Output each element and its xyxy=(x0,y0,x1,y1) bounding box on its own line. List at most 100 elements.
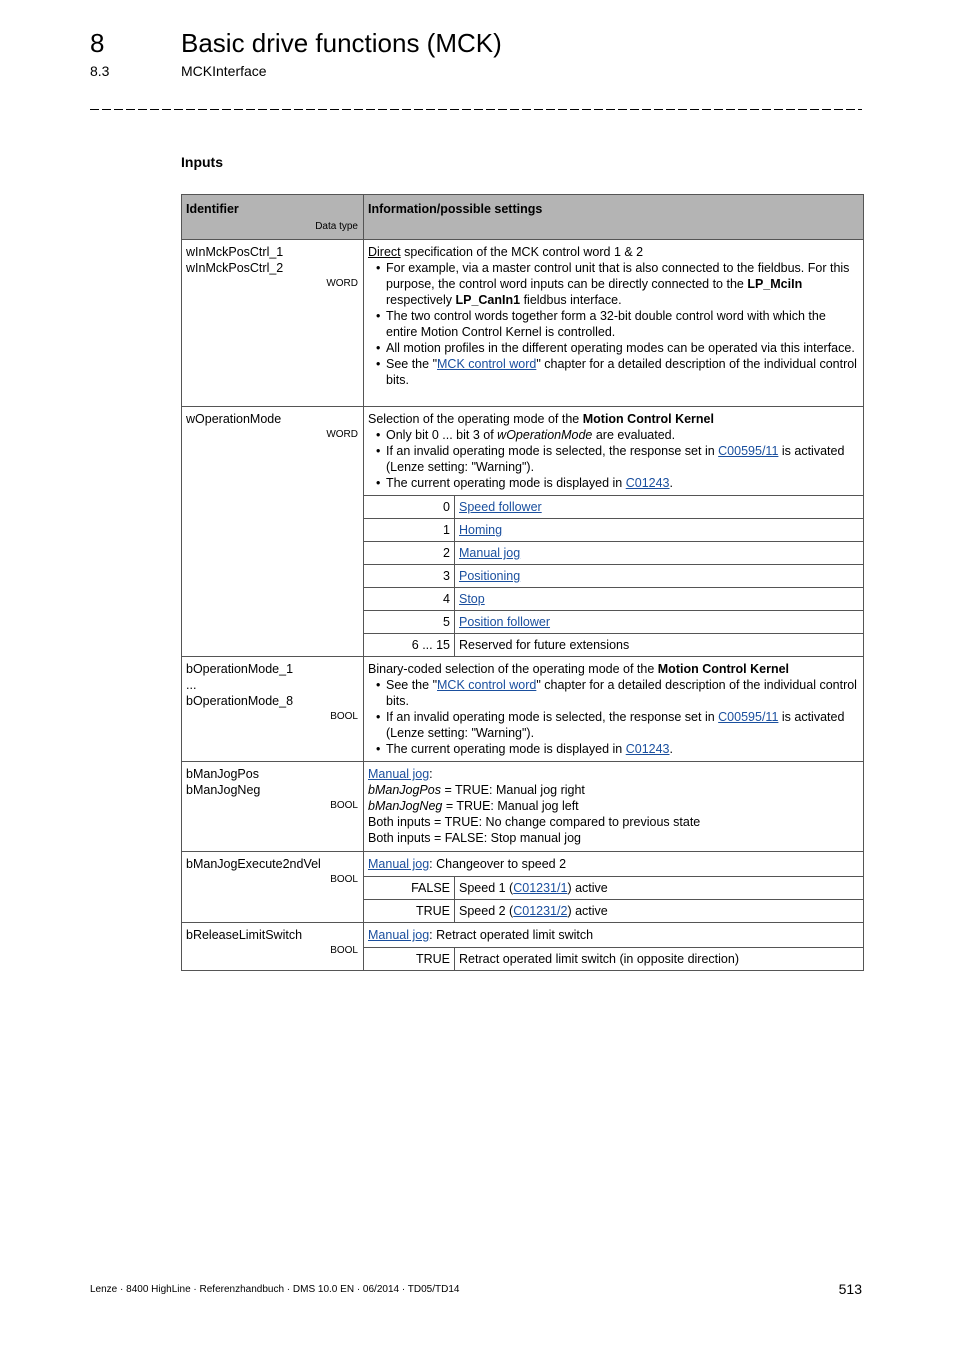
manual-jog-link[interactable]: Manual jog xyxy=(459,546,520,560)
line-text: = TRUE: Manual jog left xyxy=(442,799,579,813)
c01231-1-link[interactable]: C01231/1 xyxy=(513,881,567,895)
datatype: BOOL xyxy=(330,800,358,811)
value-text: Speed 1 ( xyxy=(459,881,514,895)
bullet-list: For example, via a master control unit t… xyxy=(368,260,859,388)
table-header-row: Identifier Data type Information/possibl… xyxy=(181,194,864,240)
info-cell: Manual jog: Changeover to speed 2 FALSE S… xyxy=(363,851,864,923)
mck-control-word-link[interactable]: MCK control word xyxy=(437,357,536,371)
identifier: bOperationMode_1 xyxy=(186,662,294,676)
value-text: ) active xyxy=(567,904,608,918)
bold-term: Motion Control Kernel xyxy=(657,662,790,676)
position-follower-link[interactable]: Position follower xyxy=(459,615,550,629)
value-row: 2 Manual jog xyxy=(364,541,863,565)
value-row: 1 Homing xyxy=(364,518,863,542)
lead-text: : Retract operated limit switch xyxy=(429,928,594,942)
manual-jog-link[interactable]: Manual jog xyxy=(368,857,429,871)
identifier-cell: wOperationMode WORD xyxy=(181,406,364,657)
datatype: BOOL xyxy=(330,945,358,956)
lead-text: Selection of the operating mode of the xyxy=(368,412,583,426)
italic-term: wOperationMode xyxy=(497,428,593,442)
italic-term: bManJogPos xyxy=(368,783,441,797)
bullet-text: See the " xyxy=(386,357,438,371)
bullet-item: If an invalid operating mode is selected… xyxy=(376,709,859,741)
row-lead: Manual jog: Changeover to speed 2 xyxy=(364,852,863,876)
c01243-link[interactable]: C01243 xyxy=(626,476,670,490)
value: TRUE xyxy=(364,947,455,970)
c00595-11-link[interactable]: C00595/11 xyxy=(718,444,778,458)
table-row: bManJogExecute2ndVel BOOL Manual jog: Ch… xyxy=(181,851,864,923)
bullet-item: All motion profiles in the different ope… xyxy=(376,340,859,356)
identifier-cell: wInMckPosCtrl_1 wInMckPosCtrl_2 WORD xyxy=(181,239,364,407)
value: 1 xyxy=(364,518,455,542)
bullet-text: If an invalid operating mode is selected… xyxy=(386,710,719,724)
lead-text: : Changeover to speed 2 xyxy=(429,857,567,871)
row-lead: Direct specification of the MCK control … xyxy=(368,244,859,260)
column-header-info: Information/possible settings xyxy=(363,194,864,240)
value: FALSE xyxy=(364,876,455,900)
bullet-text: are evaluated. xyxy=(592,428,676,442)
bullet-text: The current operating mode is displayed … xyxy=(386,742,626,756)
limit-switch-values: TRUE Retract operated limit switch (in op… xyxy=(364,947,863,970)
c01231-2-link[interactable]: C01231/2 xyxy=(513,904,567,918)
value: 6 ... 15 xyxy=(364,633,455,656)
mck-control-word-link[interactable]: MCK control word xyxy=(437,678,536,692)
homing-link[interactable]: Homing xyxy=(459,523,502,537)
datatype: WORD xyxy=(326,429,358,440)
manual-jog-link[interactable]: Manual jog xyxy=(368,928,429,942)
subheading-inputs: Inputs xyxy=(181,154,223,170)
column-header-identifier: Identifier Data type xyxy=(181,194,364,240)
bullet-item: Only bit 0 ... bit 3 of wOperationMode a… xyxy=(376,427,859,443)
identifier: wInMckPosCtrl_2 xyxy=(186,261,284,275)
value: 3 xyxy=(364,564,455,588)
c00595-11-link[interactable]: C00595/11 xyxy=(718,710,778,724)
lead-text: : xyxy=(429,767,433,781)
manual-jog-link[interactable]: Manual jog xyxy=(368,767,429,781)
bullet-item: See the "MCK control word" chapter for a… xyxy=(376,677,859,709)
bold-term: Motion Control Kernel xyxy=(582,412,714,426)
identifier: wOperationMode xyxy=(186,412,282,426)
line-text: = TRUE: Manual jog right xyxy=(440,783,585,797)
direct-term: Direct xyxy=(368,245,401,259)
bullet-text: See the " xyxy=(386,678,438,692)
c01243-link[interactable]: C01243 xyxy=(626,742,670,756)
section-title: MCKInterface xyxy=(181,63,267,79)
value-label-cell: Stop xyxy=(454,587,863,611)
positioning-link[interactable]: Positioning xyxy=(459,569,520,583)
bullet-item: The two control words together form a 32… xyxy=(376,308,859,340)
identifier-cell: bManJogPos bManJogNeg BOOL xyxy=(181,761,364,852)
bullet-item: The current operating mode is displayed … xyxy=(376,741,859,757)
bullet-text: fieldbus interface. xyxy=(520,293,622,307)
info-cell: Manual jog: bManJogPos = TRUE: Manual jo… xyxy=(363,761,864,852)
table-row: bReleaseLimitSwitch BOOL Manual jog: Ret… xyxy=(181,922,864,971)
value-row: 5 Position follower xyxy=(364,610,863,634)
speed-follower-link[interactable]: Speed follower xyxy=(459,500,542,514)
bold-term: LP_MciIn xyxy=(747,277,803,291)
bullet-text: respectively xyxy=(386,293,456,307)
section-number: 8.3 xyxy=(90,63,110,79)
row-lead: Manual jog: Retract operated limit switc… xyxy=(364,923,863,947)
lead-text: specification of the MCK control word 1 … xyxy=(400,245,644,259)
identifier: wInMckPosCtrl_1 xyxy=(186,245,284,259)
bullet-item: See the "MCK control word" chapter for a… xyxy=(376,356,859,388)
identifier: bManJogPos xyxy=(186,767,259,781)
row-lead: Manual jog: xyxy=(368,766,859,782)
inputs-table: Identifier Data type Information/possibl… xyxy=(181,194,864,971)
value: 2 xyxy=(364,541,455,565)
value-label-cell: Homing xyxy=(454,518,863,542)
chapter-title: Basic drive functions (MCK) xyxy=(181,28,502,58)
value-row: FALSE Speed 1 (C01231/1) active xyxy=(364,876,863,900)
bullet-text: Only bit 0 ... bit 3 of xyxy=(386,428,498,442)
info-line: bManJogPos = TRUE: Manual jog right xyxy=(368,782,859,798)
bullet-item: If an invalid operating mode is selected… xyxy=(376,443,859,475)
table-row: bManJogPos bManJogNeg BOOL Manual jog: b… xyxy=(181,761,864,852)
table-row: wOperationMode WORD Selection of the ope… xyxy=(181,406,864,657)
table-row: wInMckPosCtrl_1 wInMckPosCtrl_2 WORD Dir… xyxy=(181,239,864,407)
stop-link[interactable]: Stop xyxy=(459,592,485,606)
italic-term: bManJogNeg xyxy=(368,799,443,813)
table-row: bOperationMode_1 ... bOperationMode_8 BO… xyxy=(181,656,864,762)
bullet-text: The current operating mode is displayed … xyxy=(386,476,626,490)
value-row: 4 Stop xyxy=(364,587,863,611)
footer-document-info: Lenze · 8400 HighLine · Referenzhandbuch… xyxy=(90,1284,460,1295)
bullet-text: . xyxy=(669,476,673,490)
lead-text: Binary-coded selection of the operating … xyxy=(368,662,658,676)
